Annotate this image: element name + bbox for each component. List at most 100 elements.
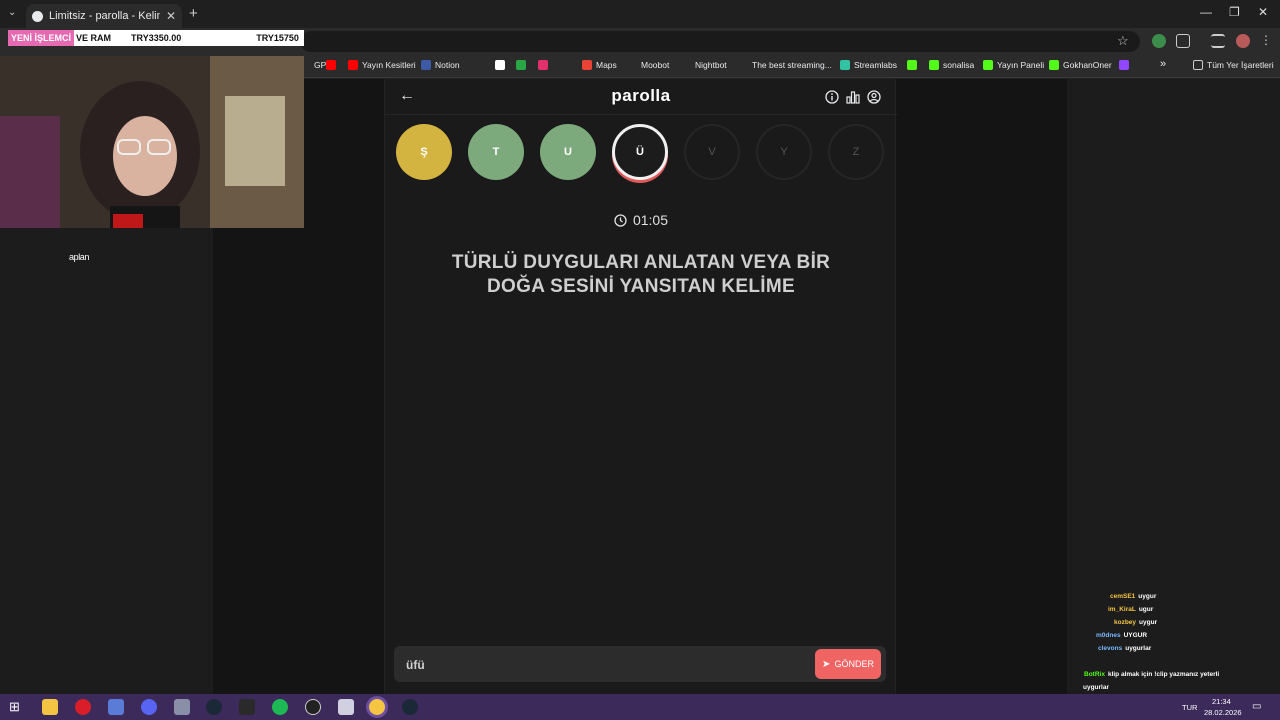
flag-icon	[421, 60, 431, 70]
close-window-icon[interactable]: ✕	[1258, 5, 1268, 19]
google-icon	[495, 60, 505, 70]
chat-message: cemSE1 uygur	[1070, 590, 1275, 603]
stats-chart-icon[interactable]	[846, 90, 860, 104]
app-icon[interactable]	[174, 699, 190, 715]
price-ticker: YENİ İŞLEMCİ VE RAM TRY3350.00 TRY15750	[8, 30, 304, 46]
bookmark-label: Maps	[596, 60, 617, 70]
bookmark-item[interactable]: The best streaming...	[738, 60, 832, 70]
bookmark-label: Yayın Kesitleri	[362, 60, 416, 70]
bookmark-item[interactable]: GokhanOner	[1049, 60, 1112, 70]
extensions-puzzle-icon[interactable]	[1176, 34, 1190, 48]
webcam-overlay	[0, 56, 304, 228]
chat-text: uygurlar	[1083, 684, 1110, 691]
minimize-icon[interactable]: —	[1200, 5, 1212, 19]
profile-avatar-icon[interactable]	[1236, 34, 1250, 48]
bookmark-item[interactable]	[907, 60, 921, 70]
x-icon	[560, 60, 570, 70]
send-label: GÖNDER	[834, 659, 874, 669]
chat-message	[1070, 655, 1275, 668]
app-2-icon[interactable]	[338, 699, 354, 715]
opera-icon[interactable]	[75, 699, 91, 715]
all-bookmarks-label: Tüm Yer İşaretleri	[1207, 60, 1274, 70]
tab-parolla[interactable]: Limitsiz - parolla - Kelime oyunu ✕	[26, 4, 182, 28]
parolla-logo: parolla	[611, 86, 671, 105]
clock-icon	[614, 214, 627, 227]
file-explorer-icon[interactable]	[42, 699, 58, 715]
chat-username: m0dnes	[1096, 632, 1121, 639]
chat-message: im_KiraL ugur	[1070, 603, 1275, 616]
browser-menu-icon[interactable]: ⋮	[1259, 34, 1273, 48]
letter-circle: Y	[756, 124, 812, 180]
bookmark-item[interactable]: Streamlabs	[840, 60, 897, 70]
bookmark-item[interactable]: Nightbot	[681, 60, 727, 70]
bookmark-label: Nightbot	[695, 60, 727, 70]
ticker-price-1: TRY3350.00	[131, 33, 182, 43]
start-windows-icon[interactable]: ⊞	[9, 699, 25, 715]
chrome-icon[interactable]	[369, 699, 385, 715]
letter-progress-row: ŞTUÜVYZ	[385, 124, 897, 188]
maximize-icon[interactable]: ❐	[1229, 5, 1240, 19]
ticker-new-cpu: YENİ İŞLEMCİ	[8, 30, 75, 46]
answer-bar: ➤ GÖNDER	[394, 646, 886, 682]
send-arrow-icon: ➤	[822, 658, 831, 670]
bookmark-label: sonalisa	[943, 60, 975, 70]
tab-search-icon[interactable]: ⌄	[8, 7, 16, 18]
bookmark-item[interactable]: Notion	[421, 60, 460, 70]
battle-net-icon[interactable]	[108, 699, 124, 715]
chat-text: uygurlar	[1125, 645, 1152, 652]
timer-value: 01:05	[632, 212, 669, 228]
bookmark-star-icon[interactable]: ☆	[1117, 33, 1129, 49]
notification-icon[interactable]: ▭	[1252, 701, 1261, 712]
ticker-price-2: TRY15750	[256, 33, 299, 43]
bookmarks-overflow-icon[interactable]: »	[1160, 58, 1166, 70]
discord-icon[interactable]	[141, 699, 157, 715]
bookmark-item[interactable]	[560, 60, 574, 70]
steam-2-icon[interactable]	[402, 699, 418, 715]
omnibox[interactable]	[300, 31, 1140, 52]
letter-circle: Z	[828, 124, 884, 180]
letter-circle: Ş	[396, 124, 452, 180]
steam-icon[interactable]	[206, 699, 222, 715]
bookmark-label: GokhanOner	[1063, 60, 1112, 70]
new-tab-icon[interactable]: +	[189, 5, 198, 22]
bookmark-item[interactable]: Maps	[582, 60, 617, 70]
info-icon[interactable]	[825, 90, 839, 104]
tab-title: Limitsiz - parolla - Kelime oyunu	[49, 10, 160, 22]
bookmark-item[interactable]: Yayın Paneli	[983, 60, 1044, 70]
bookmark-label: Yayın Paneli	[997, 60, 1045, 70]
tab-bar: ⌄ Limitsiz - parolla - Kelime oyunu ✕ + …	[0, 0, 1280, 28]
clock-date[interactable]: 28.02.2026	[1204, 708, 1242, 717]
all-bookmarks-folder[interactable]: Tüm Yer İşaretleri	[1193, 60, 1274, 70]
bookmark-item[interactable]: Yayın Kesitleri	[348, 60, 416, 70]
bookmark-item[interactable]	[1119, 60, 1133, 70]
moobot-icon	[627, 60, 637, 70]
chat-username: kozbey	[1114, 619, 1137, 626]
extension-shield-icon[interactable]	[1152, 34, 1166, 48]
nightbot-icon	[681, 60, 691, 70]
epic-games-icon[interactable]	[239, 699, 255, 715]
bookmark-item[interactable]	[326, 60, 340, 70]
spotify-icon[interactable]	[272, 699, 288, 715]
obs-icon[interactable]	[305, 699, 321, 715]
s7-icon	[516, 60, 526, 70]
letter-circle: Ü	[612, 124, 668, 180]
screen: ⌄ Limitsiz - parolla - Kelime oyunu ✕ + …	[0, 0, 1280, 720]
user-profile-icon[interactable]	[867, 90, 881, 104]
media-control-icon[interactable]	[1211, 34, 1225, 48]
send-button[interactable]: ➤ GÖNDER	[815, 649, 881, 679]
parolla-game: ← parolla ŞTUÜVYZ 01:05 TÜRLÜ DUYGULARI …	[384, 79, 897, 694]
clock-time[interactable]: 21:34	[1212, 697, 1231, 706]
bookmark-item[interactable]	[516, 60, 530, 70]
streaming-icon	[738, 60, 748, 70]
answer-input[interactable]	[406, 657, 786, 673]
bookmark-item[interactable]: Moobot	[627, 60, 669, 70]
bookmark-item[interactable]: sonalisa	[929, 60, 974, 70]
kick-icon	[983, 60, 993, 70]
bookmark-item[interactable]	[472, 60, 486, 70]
language-indicator[interactable]: TUR	[1182, 703, 1197, 712]
chat-username: BotRix	[1084, 671, 1105, 678]
close-tab-icon[interactable]: ✕	[166, 9, 176, 23]
bookmark-item[interactable]	[538, 60, 552, 70]
chat-text: uygur	[1138, 593, 1157, 600]
bookmark-item[interactable]	[495, 60, 509, 70]
